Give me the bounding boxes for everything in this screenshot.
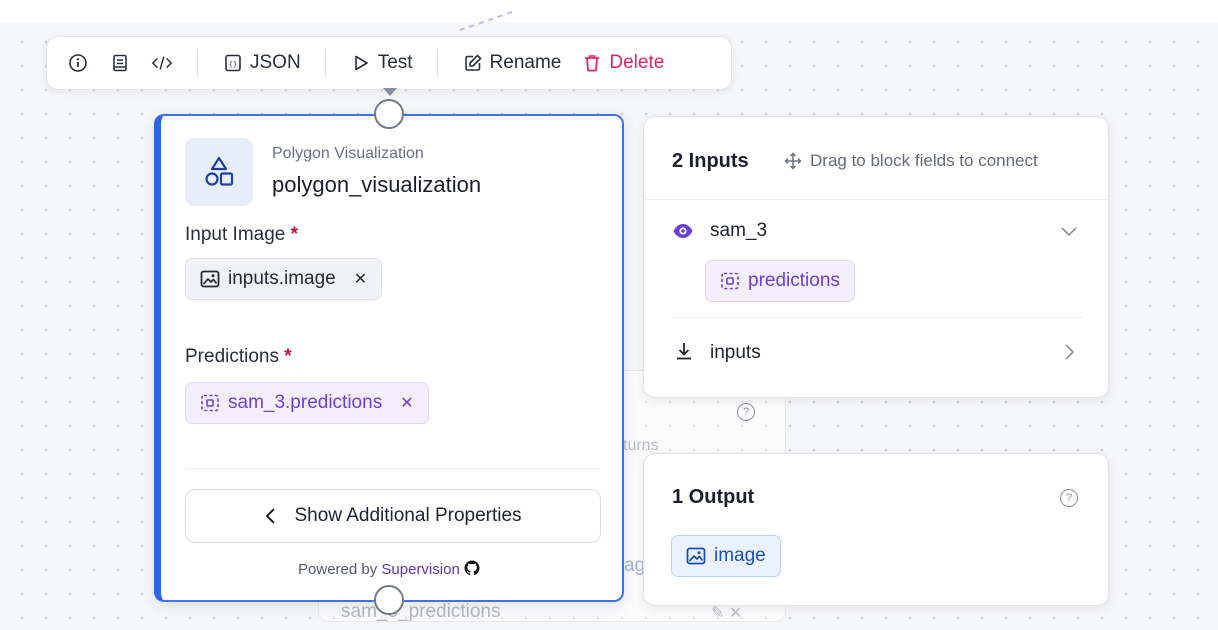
edit-icon: ✎ ✕	[711, 605, 743, 622]
move-icon	[784, 152, 802, 170]
predictions-value: sam_3.predictions	[228, 392, 383, 413]
predictions-chip[interactable]: sam_3.predictions ✕	[185, 382, 429, 424]
code-icon	[151, 52, 173, 74]
json-button[interactable]: {} JSON	[214, 46, 309, 80]
image-icon	[200, 270, 220, 288]
toolbar-divider	[324, 49, 326, 77]
book-icon	[109, 52, 131, 74]
delete-button[interactable]: Delete	[573, 46, 672, 80]
required-marker: *	[284, 346, 292, 367]
sam-3-predictions-output[interactable]: predictions	[705, 260, 855, 302]
remove-icon[interactable]: ✕	[354, 269, 367, 289]
source-name: sam_3	[710, 220, 768, 241]
show-more-label: Show Additional Properties	[294, 505, 522, 526]
delete-label: Delete	[609, 52, 665, 73]
output-name: predictions	[748, 270, 840, 291]
detection-icon	[201, 394, 219, 412]
eye-icon	[673, 224, 693, 238]
input-image-label: Input Image *	[185, 224, 298, 246]
connection-line	[459, 11, 513, 31]
toolbar-divider	[197, 49, 198, 77]
source-row-inputs[interactable]: inputs	[644, 333, 1108, 369]
json-label: JSON	[250, 52, 301, 73]
predictions-label: Predictions *	[185, 346, 292, 368]
remove-icon[interactable]: ✕	[400, 393, 413, 413]
powered-by: Powered by Supervision	[161, 560, 617, 578]
show-additional-properties-button[interactable]: Show Additional Properties	[185, 489, 601, 543]
code-button[interactable]	[143, 46, 181, 80]
drag-hint: Drag to block fields to connect	[784, 151, 1038, 171]
help-icon[interactable]: ?	[1060, 489, 1078, 507]
background-predictions-text: sam_3_predictions	[341, 601, 501, 622]
panel-divider	[644, 199, 1108, 200]
field-label-text: Input Image	[185, 224, 286, 245]
test-label: Test	[377, 52, 413, 73]
field-label-text: Predictions	[185, 346, 279, 367]
json-file-icon: {}	[222, 52, 244, 74]
block-toolbar: {} JSON Test Rename Delete	[46, 36, 732, 90]
chevron-left-icon	[266, 508, 276, 524]
info-icon	[67, 52, 89, 74]
help-icon: ?	[737, 403, 755, 421]
output-name: image	[714, 545, 766, 566]
block-icon-box	[185, 138, 253, 206]
toolbar-divider	[436, 49, 438, 77]
background-image-text: ag	[624, 555, 646, 576]
test-button[interactable]: Test	[342, 46, 421, 80]
outputs-panel: 1 Output ? image	[643, 453, 1109, 606]
connector-arrow-icon	[383, 88, 397, 96]
inputs-panel: 2 Inputs Drag to block fields to connect…	[643, 116, 1109, 398]
github-icon[interactable]	[464, 560, 480, 576]
block-name: polygon_visualization	[272, 172, 482, 197]
outputs-title: 1 Output	[672, 486, 755, 508]
play-icon	[350, 52, 372, 74]
canvas-top-strip	[0, 0, 1218, 22]
drag-hint-text: Drag to block fields to connect	[810, 151, 1038, 170]
card-divider	[185, 468, 600, 469]
powered-by-prefix: Powered by	[298, 561, 378, 578]
required-marker: *	[290, 224, 299, 245]
edit-icon	[462, 52, 484, 74]
output-port[interactable]	[374, 585, 404, 615]
chevron-down-icon[interactable]	[1060, 226, 1078, 238]
svg-text:{}: {}	[229, 61, 237, 69]
input-port[interactable]	[374, 99, 404, 129]
source-row-sam-3[interactable]: sam_3	[644, 213, 1108, 249]
inputs-title: 2 Inputs	[672, 150, 749, 172]
shapes-icon	[205, 156, 234, 186]
input-image-chip[interactable]: inputs.image ✕	[185, 258, 383, 300]
rename-label: Rename	[489, 52, 562, 73]
polygon-visualization-block[interactable]: Polygon Visualization polygon_visualizat…	[154, 114, 624, 602]
supervision-link[interactable]: Supervision	[381, 561, 459, 578]
input-image-value: inputs.image	[228, 268, 336, 289]
info-button[interactable]	[59, 46, 97, 80]
image-icon	[686, 547, 706, 565]
rename-button[interactable]: Rename	[454, 46, 570, 80]
trash-icon	[581, 52, 603, 74]
panel-divider	[672, 317, 1082, 318]
source-name: inputs	[710, 342, 761, 363]
docs-button[interactable]	[101, 46, 139, 80]
download-icon	[677, 343, 691, 360]
block-type-label: Polygon Visualization	[272, 145, 424, 162]
detection-icon	[721, 272, 739, 290]
chevron-right-icon[interactable]	[1064, 343, 1076, 361]
image-output-chip[interactable]: image	[671, 535, 781, 577]
